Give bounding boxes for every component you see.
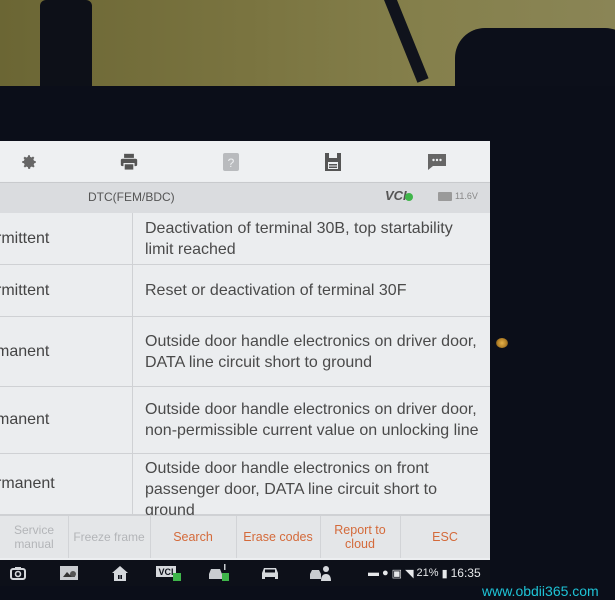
screenshot-button[interactable]: [58, 564, 80, 582]
camera-icon: [10, 567, 26, 580]
screenshot-icon: [60, 566, 78, 580]
table-row[interactable]: manent Outside door handle electronics o…: [0, 317, 490, 387]
page-header: DTC(FEM/BDC) VCI 11.6V: [0, 182, 490, 213]
erase-codes-button[interactable]: Erase codes: [236, 516, 321, 558]
dtc-status: rmittent: [0, 229, 50, 247]
printer-icon: [120, 153, 138, 171]
message-button[interactable]: [424, 149, 450, 175]
car-icon: [262, 568, 278, 579]
print-button[interactable]: [116, 149, 142, 175]
watermark: www.obdii365.com: [482, 583, 599, 599]
wifi-icon: ◥: [405, 567, 414, 580]
save-button[interactable]: [320, 149, 346, 175]
page-title: DTC(FEM/BDC): [88, 190, 175, 204]
top-toolbar: ?: [0, 141, 490, 181]
battery-voltage-value: 11.6V: [455, 191, 478, 201]
clock: 16:35: [450, 566, 481, 580]
settings-button[interactable]: [16, 149, 42, 175]
bluetooth-icon: ●: [382, 567, 389, 579]
dtc-description: Reset or deactivation of terminal 30F: [145, 282, 407, 299]
help-button[interactable]: ?: [218, 149, 244, 175]
network-icon: ▣: [391, 567, 403, 580]
dtc-description: Deactivation of terminal 30B, top starta…: [145, 219, 453, 258]
esc-button[interactable]: ESC: [400, 516, 490, 558]
camera-button[interactable]: [8, 564, 28, 582]
remote-expert-button[interactable]: [309, 564, 333, 582]
vci-status-button[interactable]: VCI: [155, 564, 183, 582]
car-button[interactable]: [258, 564, 282, 582]
message-icon: [428, 154, 446, 170]
table-row[interactable]: rmittent Reset or deactivation of termin…: [0, 265, 490, 317]
svg-text:VCI: VCI: [158, 567, 173, 577]
dtc-description: Outside door handle electronics on drive…: [145, 401, 479, 439]
system-status-bar: ▬ ● ▣ ◥ 21% ▮ 16:35: [368, 566, 481, 580]
service-manual-button[interactable]: Service manual: [0, 516, 69, 558]
screen: ? DTC(FEM/BDC) VCI 11.6V rmittent Deacti…: [0, 141, 490, 560]
vehicle-connect-icon: [209, 564, 229, 581]
vci-indicator: VCI: [385, 188, 413, 203]
cable-connector: [40, 0, 92, 88]
vci-connected-icon: [404, 193, 413, 201]
dtc-status: manent: [0, 411, 50, 428]
vehicle-connect-button[interactable]: [207, 564, 231, 582]
freeze-frame-button[interactable]: Freeze frame: [68, 516, 151, 558]
dtc-status: manent: [0, 342, 50, 360]
battery-percent: 21%: [416, 567, 439, 579]
report-to-cloud-button[interactable]: Report to cloud: [320, 516, 401, 558]
dtc-status: rmittent: [0, 281, 50, 299]
svg-text:?: ?: [228, 156, 235, 170]
remote-expert-icon: [310, 566, 331, 581]
battery-voltage: 11.6V: [438, 191, 478, 201]
notification-icon: ▬: [368, 567, 379, 579]
dtc-status: rmanent: [0, 475, 55, 492]
car-battery-icon: [438, 191, 452, 201]
indicator-led: [496, 338, 508, 348]
dtc-description: Outside door handle electronics on front…: [145, 460, 437, 518]
help-icon: ?: [223, 153, 239, 171]
gear-icon: [22, 155, 36, 169]
battery-icon: ▮: [441, 567, 448, 580]
table-row[interactable]: rmanent Outside door handle electronics …: [0, 454, 490, 518]
vci-label: VCI: [385, 188, 407, 203]
table-row[interactable]: manent Outside door handle electronics o…: [0, 387, 490, 454]
table-row[interactable]: rmittent Deactivation of terminal 30B, t…: [0, 213, 490, 265]
dtc-description: Outside door handle electronics on drive…: [145, 332, 477, 371]
search-button[interactable]: Search: [150, 516, 237, 558]
home-button[interactable]: [110, 564, 130, 582]
home-icon: [112, 565, 128, 581]
vci-status-icon: VCI: [156, 566, 181, 581]
save-icon: [325, 153, 341, 171]
action-bar: Service manual Freeze frame Search Erase…: [0, 515, 490, 558]
